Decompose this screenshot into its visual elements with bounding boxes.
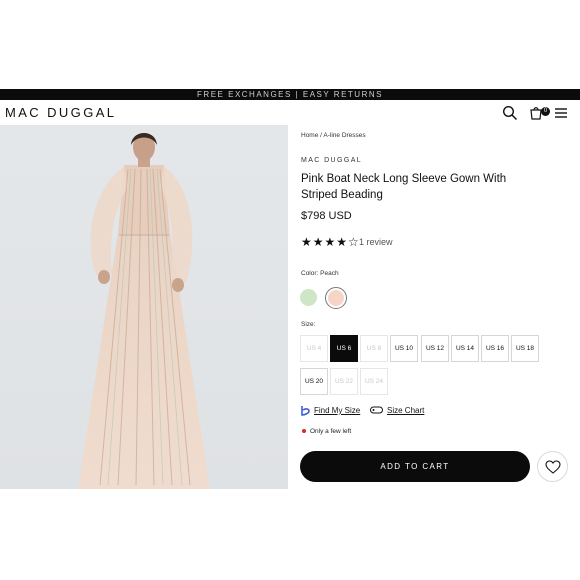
size-option[interactable]: US 12 — [421, 335, 449, 362]
find-my-size-link[interactable]: Find My Size — [314, 406, 360, 415]
size-option[interactable]: US 10 — [390, 335, 418, 362]
menu-icon[interactable] — [553, 105, 569, 121]
breadcrumb[interactable]: Home / A-line Dresses — [301, 132, 366, 139]
product-price: $798 USD — [301, 210, 352, 222]
gown-illustration — [0, 125, 288, 489]
size-option[interactable]: US 22 — [330, 368, 358, 395]
brand-logo[interactable]: MAC DUGGAL — [5, 105, 116, 120]
size-option[interactable]: US 8 — [360, 335, 388, 362]
heart-icon — [545, 460, 561, 474]
search-icon[interactable] — [502, 105, 518, 121]
site-header: MAC DUGGAL — [0, 100, 580, 125]
size-option[interactable]: US 18 — [511, 335, 539, 362]
fit-finder-icon — [301, 406, 310, 416]
size-option[interactable]: US 4 — [300, 335, 328, 362]
color-swatch-mint[interactable] — [300, 289, 317, 306]
product-title: Pink Boat Neck Long Sleeve Gown With Str… — [301, 173, 507, 201]
availability-text: Only a few left — [310, 428, 352, 435]
review-count-link[interactable]: 1 review — [359, 237, 393, 247]
size-chart-link[interactable]: Size Chart — [387, 406, 424, 415]
low-stock-dot — [302, 429, 306, 433]
size-label: Size: — [301, 321, 316, 328]
rating-stars: ★★★★☆ — [301, 235, 360, 249]
cart-count-badge: 0 — [541, 107, 550, 116]
product-brand: MAC DUGGAL — [301, 157, 363, 164]
size-option[interactable]: US 20 — [300, 368, 328, 395]
size-option[interactable]: US 16 — [481, 335, 509, 362]
wishlist-button[interactable] — [537, 451, 568, 482]
size-option[interactable]: US 24 — [360, 368, 388, 395]
color-swatch-peach[interactable] — [328, 290, 344, 306]
promo-bar: FREE EXCHANGES | EASY RETURNS — [0, 89, 580, 100]
size-chart-icon — [370, 406, 383, 414]
size-option[interactable]: US 6 — [330, 335, 358, 362]
color-label: Color: Peach — [301, 270, 339, 277]
product-image[interactable] — [0, 125, 288, 489]
size-option[interactable]: US 14 — [451, 335, 479, 362]
add-to-cart-button[interactable]: ADD TO CART — [300, 451, 530, 482]
